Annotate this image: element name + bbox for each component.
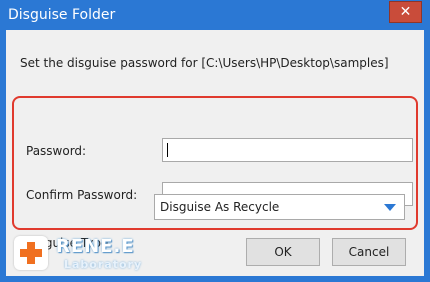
title-bar[interactable]: Disguise Folder ✕	[0, 0, 430, 30]
text-caret	[167, 143, 168, 157]
medical-cross-icon	[14, 236, 48, 270]
close-icon: ✕	[399, 4, 412, 20]
dropdown-arrow-icon	[384, 204, 396, 211]
password-field[interactable]	[162, 138, 413, 162]
instruction-text: Set the disguise password for [C:\Users\…	[20, 56, 389, 70]
window-title: Disguise Folder	[8, 7, 116, 23]
brand-subtitle: Laboratory	[64, 258, 143, 271]
close-button[interactable]: ✕	[389, 1, 422, 23]
ok-button[interactable]: OK	[246, 238, 320, 266]
disguise-folder-dialog: Disguise Folder ✕ Set the disguise passw…	[0, 0, 430, 282]
brand-logo: RENE.E Laboratory	[12, 232, 142, 276]
confirm-password-label: Confirm Password:	[26, 188, 138, 202]
disguise-type-select[interactable]: Disguise As Recycle	[154, 194, 405, 220]
dialog-body: Set the disguise password for [C:\Users\…	[6, 30, 424, 276]
disguise-type-value: Disguise As Recycle	[160, 200, 280, 214]
password-label: Password:	[26, 144, 87, 158]
brand-name: RENE.E	[56, 236, 135, 257]
cancel-button[interactable]: Cancel	[332, 238, 406, 266]
